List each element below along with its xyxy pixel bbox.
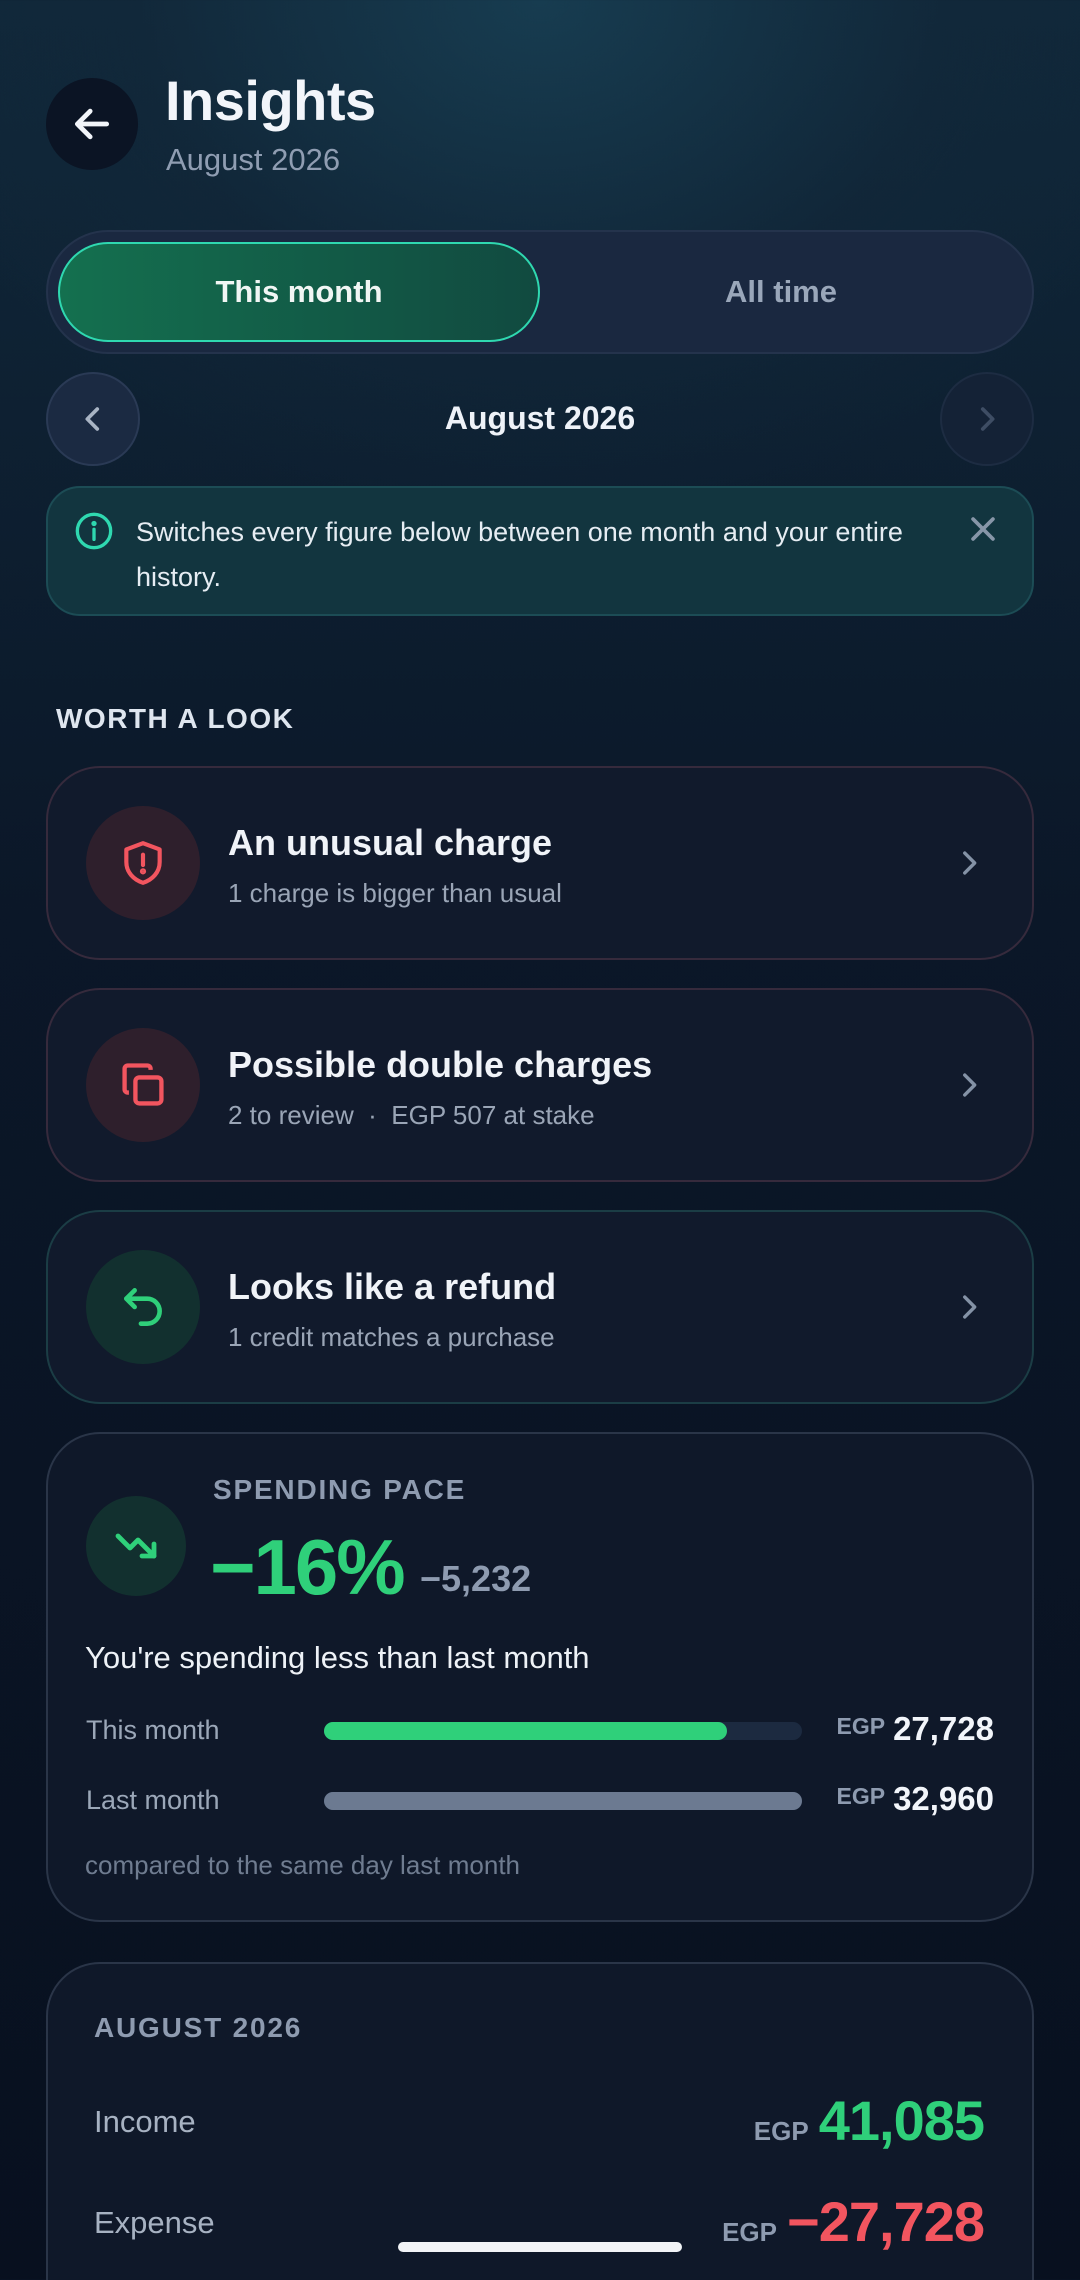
chevron-right-icon xyxy=(952,844,986,887)
page-title: Insights xyxy=(165,69,376,132)
last-month-bar-fill xyxy=(324,1792,802,1810)
expense-label: Expense xyxy=(94,2205,215,2240)
trend-down-badge xyxy=(86,1496,186,1596)
spending-pace-percent: −16% xyxy=(210,1523,406,1611)
refund-arrow-icon xyxy=(124,1288,162,1326)
spending-pace-message: You're spending less than last month xyxy=(85,1640,590,1675)
currency-code: EGP xyxy=(836,1783,886,1809)
info-icon xyxy=(74,511,114,556)
back-button[interactable] xyxy=(46,78,138,170)
currency-code: EGP xyxy=(836,1713,886,1739)
last-month-label: Last month xyxy=(86,1785,220,1815)
alert-title: Possible double charges xyxy=(228,1044,653,1085)
current-month-label: August 2026 xyxy=(444,400,636,436)
info-banner-text: Switches every figure below between one … xyxy=(136,517,903,592)
section-label-worth-a-look: WORTH A LOOK xyxy=(56,703,295,734)
expense-value: −27,728 xyxy=(787,2190,985,2253)
dismiss-banner-button[interactable] xyxy=(966,512,1000,551)
chevron-right-icon xyxy=(952,1288,986,1331)
shield-alert-icon xyxy=(124,841,162,885)
alert-icon-badge xyxy=(86,1028,200,1142)
amount-value: 32,960 xyxy=(893,1780,994,1817)
segment-this-month[interactable]: This month xyxy=(58,242,540,342)
alert-subtitle: 1 credit matches a purchase xyxy=(228,1322,555,1352)
alert-icon-badge xyxy=(86,806,200,920)
chevron-right-icon xyxy=(952,1066,986,1109)
currency-code: EGP xyxy=(722,2217,778,2247)
spending-pace-footnote: compared to the same day last month xyxy=(85,1850,521,1880)
alert-subtitle: 2 to review · EGP 507 at stake xyxy=(228,1100,595,1130)
chevron-right-icon xyxy=(980,407,995,431)
spending-pace-difference: −5,232 xyxy=(420,1558,532,1599)
this-month-bar-fill xyxy=(324,1722,727,1740)
expense-amount: EGP −27,728 xyxy=(722,2189,985,2254)
income-amount: EGP 41,085 xyxy=(753,2088,985,2153)
spending-pace-label: SPENDING PACE xyxy=(213,1474,467,1505)
this-month-amount: EGP 27,728 xyxy=(836,1710,994,1748)
alert-title: Looks like a refund xyxy=(228,1266,557,1307)
alert-subtitle: 1 charge is bigger than usual xyxy=(228,878,562,908)
alert-title: An unusual charge xyxy=(228,822,553,863)
this-month-label: This month xyxy=(86,1715,220,1745)
income-label: Income xyxy=(94,2104,196,2139)
segment-all-time[interactable]: All time xyxy=(540,242,1022,342)
home-indicator[interactable] xyxy=(398,2242,682,2252)
summary-month-label: AUGUST 2026 xyxy=(94,2012,303,2043)
trending-down-icon xyxy=(115,1533,157,1559)
arrow-left-icon xyxy=(74,108,110,140)
close-icon xyxy=(971,517,995,541)
page-subtitle: August 2026 xyxy=(166,142,341,177)
last-month-bar xyxy=(324,1792,802,1810)
alert-icon-badge xyxy=(86,1250,200,1364)
spending-pace-card xyxy=(46,1432,1034,1922)
duplicate-icon xyxy=(122,1063,164,1106)
next-month-button[interactable] xyxy=(940,372,1034,466)
this-month-bar xyxy=(324,1722,802,1740)
income-value: 41,085 xyxy=(818,2089,985,2152)
amount-value: 27,728 xyxy=(893,1710,994,1747)
currency-code: EGP xyxy=(753,2116,809,2146)
last-month-amount: EGP 32,960 xyxy=(836,1780,994,1818)
